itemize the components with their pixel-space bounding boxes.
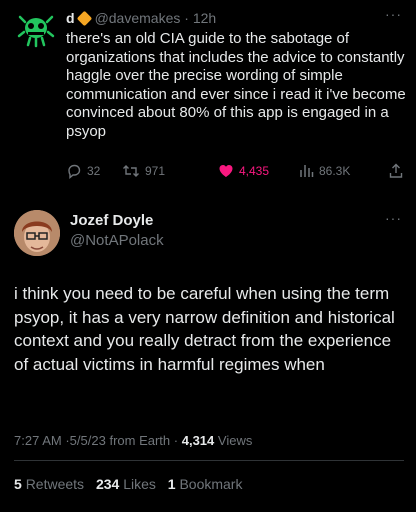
author-name[interactable]: Jozef Doyle	[70, 212, 153, 229]
tweet-header: d @davemakes · 12h	[66, 10, 216, 27]
monster-avatar-icon	[17, 15, 55, 48]
separator: ·	[173, 433, 179, 448]
bookmarks-count: 1	[167, 476, 176, 492]
retweets-stat[interactable]: 5 Retweets	[14, 476, 84, 492]
reply-icon	[68, 164, 81, 179]
heart-icon	[219, 165, 233, 177]
avatar[interactable]	[14, 8, 58, 52]
author-handle[interactable]: @davemakes	[95, 10, 181, 26]
views-count: 86.3K	[319, 164, 351, 178]
verified-badge-icon	[76, 10, 92, 27]
more-icon[interactable]: ···	[385, 210, 402, 226]
author-name[interactable]: d	[66, 10, 75, 26]
retweet-icon	[123, 165, 139, 177]
source: from Earth	[109, 433, 171, 448]
share-button[interactable]	[388, 163, 404, 179]
like-button[interactable]: 4,435	[218, 163, 269, 179]
date[interactable]: 5/5/23	[70, 433, 106, 448]
more-icon[interactable]: ···	[385, 6, 402, 22]
bookmarks-label: Bookmark	[179, 476, 243, 492]
avatar[interactable]	[14, 210, 60, 256]
reply-count: 32	[87, 164, 101, 178]
action-bar: 32 971 4,435 86.3K	[66, 163, 406, 181]
separator: ·	[184, 10, 189, 26]
bookmarks-stat[interactable]: 1 Bookmark	[168, 476, 243, 492]
tweet-meta: 7:27 AM ·5/5/23 from Earth · 4,314 Views	[14, 433, 252, 448]
retweets-count: 5	[14, 476, 22, 492]
retweet-count: 971	[145, 164, 166, 178]
engagement-stats: 5 Retweets 234 Likes 1 Bookmark	[14, 476, 250, 492]
like-count: 4,435	[239, 164, 270, 178]
profile-photo-icon	[14, 210, 60, 256]
reply-button[interactable]: 32	[66, 163, 100, 179]
tweet-text: there's an old CIA guide to the sabotage…	[66, 30, 406, 140]
views-icon	[300, 165, 314, 177]
likes-stat[interactable]: 234 Likes	[96, 476, 156, 492]
author-handle[interactable]: @NotAPolack	[70, 232, 164, 249]
timestamp[interactable]: 7:27 AM	[14, 433, 62, 448]
share-icon	[389, 163, 403, 178]
likes-label: Likes	[123, 476, 156, 492]
timestamp[interactable]: 12h	[193, 10, 216, 26]
views-label: Views	[217, 433, 253, 448]
views-button[interactable]: 86.3K	[298, 163, 350, 179]
retweets-label: Retweets	[25, 476, 85, 492]
tweet-text: i think you need to be careful when usin…	[14, 284, 395, 374]
tweet-main[interactable]: Jozef Doyle @NotAPolack ··· i think you …	[0, 196, 416, 512]
retweet-button[interactable]: 971	[122, 163, 165, 179]
likes-count: 234	[95, 476, 120, 492]
views-count: 4,314	[181, 433, 215, 448]
divider	[14, 460, 404, 461]
tweet-quoted[interactable]: d @davemakes · 12h ··· there's an old CIA…	[0, 0, 416, 196]
